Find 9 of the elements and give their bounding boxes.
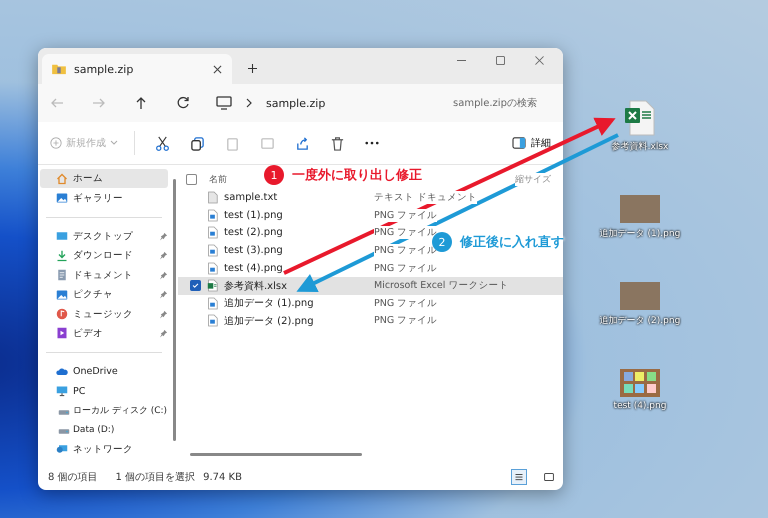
step-callout-tooltip: 1 一度外に取り出し修正 xyxy=(264,165,422,185)
selection-size: 9.74 KB xyxy=(203,472,242,482)
desktop-icon-label: 参考資料.xlsx xyxy=(612,140,668,153)
item-count: 8 個の項目 xyxy=(48,471,98,484)
desktop-icon-label: 追加データ (1).png xyxy=(600,228,680,240)
selection-status: 1 個の項目を選択 xyxy=(116,471,196,484)
address-path: sample.zip xyxy=(266,96,326,110)
desktop-icon-label: 追加データ (2).png xyxy=(600,314,680,327)
desktop-icon-label: test (4).png xyxy=(614,401,666,411)
